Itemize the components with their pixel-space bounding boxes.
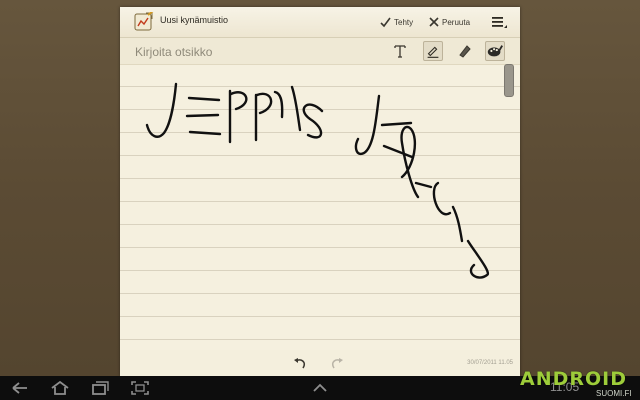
- menu-icon[interactable]: [490, 13, 508, 31]
- bottom-bar: 30/07/2011 11.05: [120, 350, 520, 376]
- eraser-tool-icon[interactable]: [455, 41, 475, 61]
- pen-memo-app-icon: [134, 12, 154, 31]
- back-icon[interactable]: [9, 379, 31, 397]
- chevron-up-icon[interactable]: [309, 379, 331, 397]
- handwriting-canvas[interactable]: [120, 65, 520, 350]
- redo-icon[interactable]: [329, 356, 345, 372]
- text-tool-icon[interactable]: [390, 41, 410, 61]
- scrollbar-thumb[interactable]: [504, 64, 514, 97]
- palette-icon[interactable]: [485, 41, 505, 61]
- done-button[interactable]: Tehty: [380, 12, 413, 32]
- done-button-label: Tehty: [394, 17, 414, 27]
- note-title-input[interactable]: [135, 43, 335, 61]
- watermark-site-text: SUOMI.FI: [596, 389, 632, 398]
- close-icon: [429, 17, 439, 27]
- title-bar: Uusi kynämuistio Tehty Peruuta: [120, 7, 520, 38]
- home-icon[interactable]: [49, 379, 71, 397]
- pen-memo-window: Uusi kynämuistio Tehty Peruuta Kirjoita …: [120, 7, 520, 376]
- app-title: Uusi kynämuistio: [160, 15, 229, 25]
- check-icon: [380, 17, 391, 27]
- undo-icon[interactable]: [292, 356, 308, 372]
- note-timestamp: 30/07/2011 11.05: [467, 360, 513, 366]
- watermark-logo-text: ANDROID: [520, 368, 628, 390]
- pen-tool-icon[interactable]: [423, 41, 443, 61]
- android-suomi-watermark: ANDROID SUOMI.FI: [516, 368, 640, 400]
- recent-apps-icon[interactable]: [89, 379, 111, 397]
- cancel-button-label: Peruuta: [442, 17, 471, 27]
- editor-toolbar: [120, 38, 520, 65]
- cancel-button[interactable]: Peruuta: [429, 12, 470, 32]
- scrollbar-track: [504, 65, 514, 350]
- screenshot-icon[interactable]: [129, 379, 151, 397]
